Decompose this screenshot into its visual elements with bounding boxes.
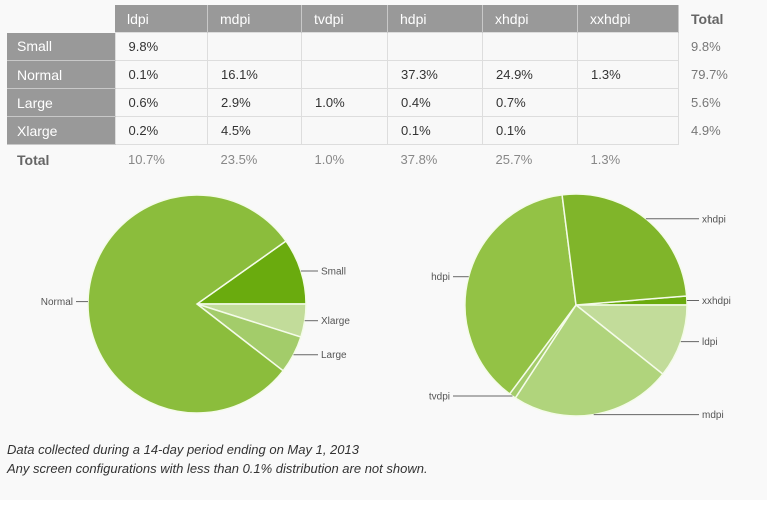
slice-label: ldpi [702,337,718,348]
table-cell [482,32,578,61]
screen-size-pie: Small Xlarge Large Normal [41,194,350,414]
totals-row-label: Total [17,151,50,168]
column-total: 23.5% [220,152,258,167]
row-total: 5.6% [691,95,721,110]
table-row: Normal 0.1% 16.1% 37.3% 24.9% 1.3% 79.7% [7,60,728,89]
table-cell: 0.1% [387,116,483,145]
slice-label: hdpi [431,272,450,283]
slice-label: mdpi [702,410,724,421]
table-cell [577,116,679,145]
row-header: Xlarge [7,116,115,145]
footnote-collection-period: Data collected during a 14-day period en… [7,442,359,457]
table-cell [577,88,679,117]
column-header: tvdpi [301,5,388,33]
table-cell [387,32,483,61]
total-column-header: Total [691,10,724,27]
column-total: 1.3% [590,152,621,167]
table-row: Large 0.6% 2.9% 1.0% 0.4% 0.7% 5.6% [7,88,728,117]
table-cell: 2.9% [207,88,302,117]
slice-label: xxhdpi [702,296,731,307]
slice-label: xhdpi [702,214,726,225]
empty-cell [679,145,728,175]
row-header: Large [7,88,115,117]
pie-slice-xhdpi [561,193,688,306]
table-cell [207,32,302,61]
table-cell: 9.8% [114,32,208,61]
slice-label: Xlarge [321,316,350,327]
footnote-threshold: Any screen configurations with less than… [7,461,428,476]
table-row: Small 9.8% 9.8% [7,32,728,61]
column-total: 25.7% [495,152,533,167]
slice-label: tvdpi [429,392,450,403]
column-total: 10.7% [128,152,165,167]
column-header: ldpi [115,5,208,33]
distribution-table: ldpi mdpi tvdpi hdpi xhdpi xxhdpi Total … [7,5,728,174]
slice-label: Large [321,350,347,361]
table-cell: 0.1% [114,60,208,89]
table-cell: 16.1% [207,60,302,89]
table-cell: 4.5% [207,116,302,145]
pie-charts: Small Xlarge Large Normal xxhdpi ldpi mdpi tvdp… [41,193,731,421]
row-total: 9.8% [691,39,721,54]
column-header: xxhdpi [577,5,679,33]
table-corner [7,5,115,33]
column-header: xhdpi [482,5,578,33]
column-header: hdpi [387,5,483,33]
table-cell: 0.6% [114,88,208,117]
table-cell: 37.3% [387,60,483,89]
column-total: 37.8% [400,152,438,167]
table-cell: 0.7% [482,88,578,117]
table-cell [301,60,388,89]
table-cell: 1.0% [301,88,388,117]
row-header: Small [7,32,115,61]
table-cell: 0.4% [387,88,483,117]
totals-row: Total 10.7% 23.5% 1.0% 37.8% 25.7% 1.3% [7,145,728,175]
table-cell: 24.9% [482,60,578,89]
table-cell: 0.1% [482,116,578,145]
row-header: Normal [7,60,115,89]
row-total: 79.7% [691,67,728,82]
screen-density-pie: xxhdpi ldpi mdpi tvdpi hdpi xhdpi [429,193,731,421]
table-cell [301,32,388,61]
table-cell [301,116,388,145]
slice-label: Small [321,267,346,278]
table-header-row: ldpi mdpi tvdpi hdpi xhdpi xxhdpi Total [7,5,728,33]
row-total: 4.9% [691,123,721,138]
column-total: 1.0% [314,152,345,167]
column-header: mdpi [207,5,302,33]
page-background: ldpi mdpi tvdpi hdpi xhdpi xxhdpi Total … [0,0,767,500]
table-cell: 0.2% [114,116,208,145]
slice-label: Normal [41,297,73,308]
table-cell [577,32,679,61]
table-cell: 1.3% [577,60,679,89]
table-row: Xlarge 0.2% 4.5% 0.1% 0.1% 4.9% [7,116,728,145]
